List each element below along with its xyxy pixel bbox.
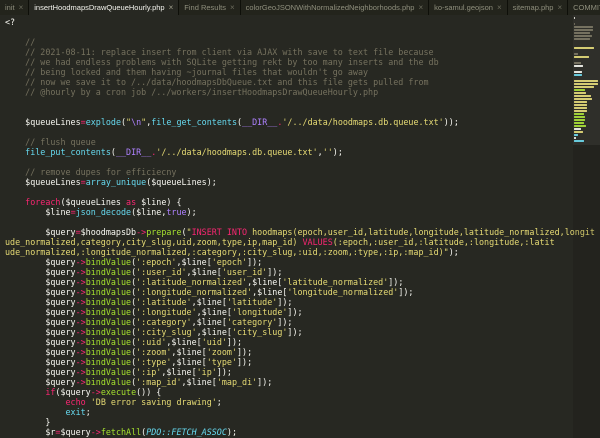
code-line: $query->bindValue(':category',$line['cat… [5, 317, 572, 327]
code-line: $query->bindValue(':city_slug',$line['ci… [5, 327, 572, 337]
code-line: echo 'DB error saving drawing'; [5, 397, 572, 407]
code-line: $query->bindValue(':zoom',$line['zoom'])… [5, 347, 572, 357]
editor-window: init×insertHoodmapsDrawQueueHourly.php×F… [0, 0, 600, 438]
code-line: $query->bindValue(':uid',$line['uid']); [5, 337, 572, 347]
tab-label: insertHoodmapsDrawQueueHourly.php [34, 3, 164, 12]
tab-inserthoodmapsdrawqueuehourly-php[interactable]: insertHoodmapsDrawQueueHourly.php × [29, 0, 179, 15]
code-line: // we had endless problems with SQLite g… [5, 57, 572, 67]
tab-init[interactable]: init × [0, 0, 29, 15]
code-line: $query->bindValue(':user_id',$line['user… [5, 267, 572, 277]
tab-ko-samul-geojson[interactable]: ko-samul.geojson × [429, 0, 507, 15]
code-line: $query->bindValue(':map_id',$line['map_d… [5, 377, 572, 387]
tab-bar: init×insertHoodmapsDrawQueueHourly.php×F… [0, 0, 600, 15]
tab-colorgeojsonwithnormalizedneighborhoods-php[interactable]: colorGeoJSONWithNormalizedNeighborhoods.… [241, 0, 430, 15]
tab-sitemap-php[interactable]: sitemap.php× [508, 0, 569, 15]
code-line [5, 107, 572, 117]
code-line: $query->bindValue(':longitude_normalized… [5, 287, 572, 297]
code-line: // flush queue [5, 137, 572, 147]
code-line: $line=json_decode($line,true); [5, 207, 572, 217]
code-line [5, 187, 572, 197]
code-line: $query->bindValue(':ip',$line['ip']); [5, 367, 572, 377]
code-line: <? [5, 17, 572, 27]
code-line: $query=$hoodmapsDb->prepare("INSERT INTO… [5, 227, 572, 237]
code-line: // being locked and them having ~journal… [5, 67, 572, 77]
code-line [5, 97, 572, 107]
tab-find-results[interactable]: Find Results × [179, 0, 240, 15]
code-line: $query->bindValue(':longitude',$line['lo… [5, 307, 572, 317]
code-line: // [5, 37, 572, 47]
tab-label: COMMIT_EDITMSG [573, 3, 600, 12]
code-line: if($query->execute()) { [5, 387, 572, 397]
code-line: exit; [5, 407, 572, 417]
code-line: $r=$query->fetchAll(PDO::FETCH_ASSOC); [5, 427, 572, 437]
tab-label: ko-samul.geojson [434, 3, 493, 12]
tab-close-icon[interactable]: × [169, 4, 174, 12]
tab-label: Find Results [184, 3, 226, 12]
tab-label: sitemap.php [513, 3, 554, 12]
tab-close-icon[interactable]: × [497, 4, 502, 12]
code-line [5, 27, 572, 37]
code-line: file_put_contents(__DIR__.'/../data/hood… [5, 147, 572, 157]
code-line: // remove dupes for efficiecny [5, 167, 572, 177]
code-line: $query->bindValue(':latitude',$line['lat… [5, 297, 572, 307]
tab-commit-editmsg[interactable]: COMMIT_EDITMSG× [568, 0, 600, 15]
code-line: $queueLines=explode("\n",file_get_conten… [5, 117, 572, 127]
minimap-lines [574, 17, 599, 142]
tab-label: init [5, 3, 15, 12]
code-line: $query->bindValue(':latitude_normalized'… [5, 277, 572, 287]
code-line: // now we save it to /../data/hoodmapsDb… [5, 77, 572, 87]
code-line: // 2021-08-11: replace insert from clien… [5, 47, 572, 57]
tab-close-icon[interactable]: × [19, 4, 24, 12]
tab-close-icon[interactable]: × [230, 4, 235, 12]
code-line: $queueLines=array_unique($queueLines); [5, 177, 572, 187]
code-line: ude_normalized,:longitude_normalized,:ca… [5, 247, 572, 257]
tab-label: colorGeoJSONWithNormalizedNeighborhoods.… [246, 3, 415, 12]
code-line: // @hourly by a cron job /../workers/ins… [5, 87, 572, 97]
code-line: foreach($queueLines as $line) { [5, 197, 572, 207]
code-line [5, 217, 572, 227]
code-line [5, 127, 572, 137]
tab-close-icon[interactable]: × [557, 4, 562, 12]
code-line: } [5, 417, 572, 427]
code-line: ude_normalized,category,city_slug,uid,zo… [5, 237, 572, 247]
code-line [5, 157, 572, 167]
tab-close-icon[interactable]: × [418, 4, 423, 12]
code-line: $query->bindValue(':type',$line['type'])… [5, 357, 572, 367]
minimap[interactable] [573, 15, 600, 438]
code-line: $query->bindValue(':epoch',$line['epoch'… [5, 257, 572, 267]
code-area[interactable]: <? // // 2021-08-11: replace insert from… [0, 15, 600, 438]
